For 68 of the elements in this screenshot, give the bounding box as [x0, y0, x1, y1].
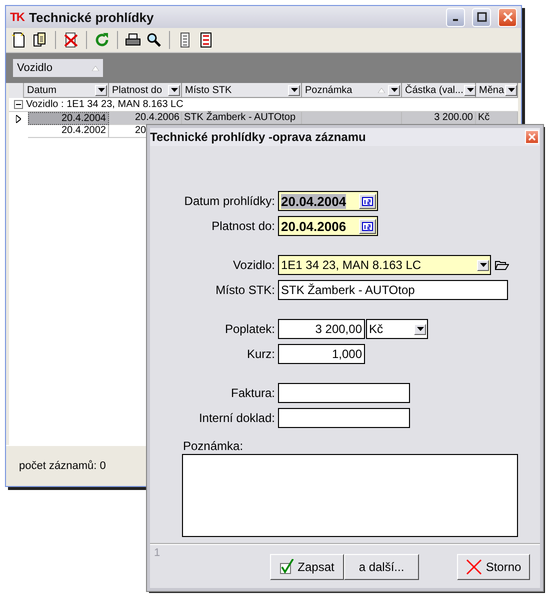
field-label: Vozidlo: — [232, 258, 276, 272]
field-label: Poplatek: — [224, 322, 276, 336]
folder-icon[interactable] — [495, 260, 509, 270]
column-header[interactable]: Datum — [24, 83, 109, 98]
input-field[interactable] — [278, 408, 410, 428]
note-field[interactable] — [182, 454, 518, 537]
refresh-icon[interactable] — [94, 32, 110, 48]
minimize-button[interactable] — [446, 8, 465, 26]
header-corner — [9, 83, 24, 98]
field-label: Poznámka: — [182, 439, 244, 453]
table-cell: 20.4.2006 — [109, 112, 182, 125]
date-field[interactable]: 20.04.2006 — [278, 216, 378, 236]
table-cell: Kč — [476, 112, 518, 125]
dropdown-icon[interactable] — [168, 84, 180, 96]
dropdown-icon[interactable] — [464, 84, 476, 96]
table-cell: 20.4.2004 — [28, 112, 109, 125]
status-text: 1 — [154, 547, 162, 559]
checkmark-icon — [280, 559, 294, 574]
next-button[interactable]: a další... — [344, 554, 419, 580]
delete-icon[interactable] — [63, 32, 79, 48]
dropdown-icon[interactable] — [95, 84, 107, 96]
record-count: počet záznamů: 0 — [19, 460, 106, 472]
currency-combo[interactable]: Kč — [366, 319, 428, 339]
checklist-icon[interactable] — [198, 32, 214, 48]
printer-icon[interactable] — [125, 32, 141, 48]
collapse-icon[interactable] — [14, 100, 23, 109]
group-row-label: Vozidlo : 1E1 34 23, MAN 8.163 LC — [26, 99, 184, 110]
search-icon[interactable] — [146, 32, 162, 48]
field-label: Interní doklad: — [198, 411, 276, 425]
maximize-button[interactable] — [472, 8, 491, 26]
dropdown-icon[interactable] — [288, 84, 300, 96]
maximize-icon — [476, 12, 486, 22]
sort-arrow-icon — [92, 66, 99, 70]
cancel-button[interactable]: Storno — [457, 554, 530, 580]
calendar-icon[interactable] — [359, 194, 376, 208]
field-label: Místo STK: — [214, 283, 276, 297]
table-cell: 3 200.00 — [402, 112, 476, 125]
close-icon — [502, 12, 512, 22]
copy-document-icon[interactable] — [32, 32, 48, 48]
new-document-icon[interactable] — [11, 32, 27, 48]
column-header[interactable]: Místo STK — [182, 83, 302, 98]
dropdown-icon[interactable] — [505, 84, 518, 96]
column-header[interactable]: Poznámka — [302, 83, 402, 98]
group-by-chip[interactable]: Vozidlo — [13, 59, 103, 77]
window-title: Technické prohlídky — [29, 10, 155, 24]
field-label: Datum prohlídky: — [183, 194, 276, 208]
date-field[interactable]: 20.04.2004 — [278, 191, 378, 211]
field-label: Faktura: — [230, 386, 276, 400]
table-cell: STK Žamberk - AUTOtop — [182, 112, 302, 125]
input-field[interactable] — [278, 383, 410, 403]
field-label: Platnost do: — [210, 219, 276, 233]
column-header[interactable]: Platnost do — [109, 83, 182, 98]
column-header[interactable]: Měna — [476, 83, 518, 98]
vehicle-combo[interactable]: 1E1 34 23, MAN 8.163 LC — [278, 255, 491, 275]
field-label: Kurz: — [246, 347, 276, 361]
close-button[interactable] — [498, 8, 517, 26]
column-header[interactable]: Částka (val... — [402, 83, 476, 98]
save-button[interactable]: Zapsat — [270, 554, 344, 580]
input-field[interactable]: STK Žamberk - AUTOtop — [278, 280, 508, 300]
table-cell: 20.4.2002 — [28, 125, 109, 138]
app-logo: TK — [10, 10, 24, 24]
input-field[interactable]: 3 200,00 — [278, 319, 365, 339]
dropdown-icon[interactable] — [388, 84, 400, 96]
cross-icon — [466, 558, 482, 574]
input-field[interactable]: 1,000 — [278, 344, 365, 364]
close-icon — [528, 133, 536, 141]
calendar-icon[interactable] — [359, 218, 376, 234]
close-button[interactable] — [525, 130, 539, 144]
